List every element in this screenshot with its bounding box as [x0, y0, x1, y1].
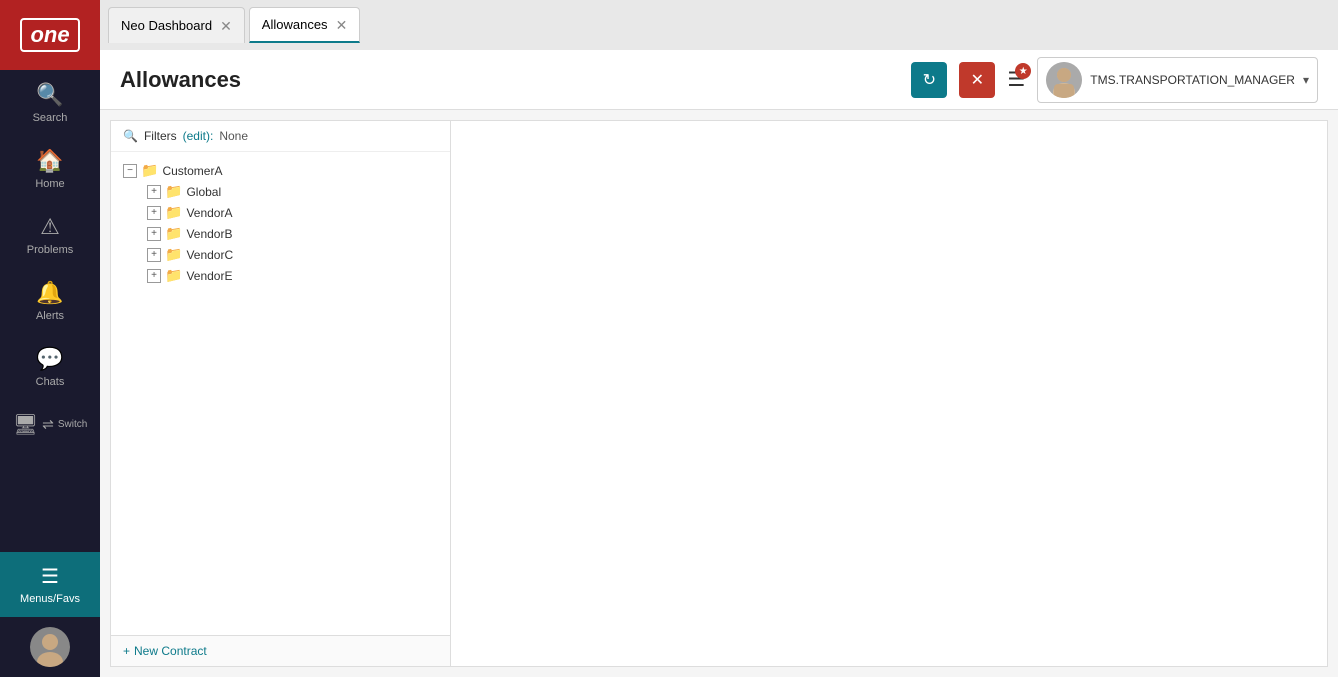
tree-children: + 📁 Global + 📁 VendorA: [123, 181, 438, 286]
sidebar-user-avatar[interactable]: [0, 617, 100, 677]
tree-expand-vendore[interactable]: +: [147, 269, 161, 283]
vendora-folder-icon: 📁: [165, 204, 182, 221]
avatar-svg: [30, 627, 70, 667]
close-icon: ✕: [971, 70, 984, 90]
workspace: 🔍 Filters (edit): None − 📁 CustomerA: [100, 110, 1338, 677]
user-dropdown[interactable]: TMS.TRANSPORTATION_MANAGER ▾: [1037, 57, 1318, 103]
hamburger-icon: ☰: [41, 564, 59, 589]
sidebar: one 🔍 Search 🏠 Home ⚠ Problems 🔔 Alerts …: [0, 0, 100, 677]
right-panel: [451, 121, 1327, 666]
sidebar-label-alerts: Alerts: [36, 310, 64, 322]
vendorb-folder-icon: 📁: [165, 225, 182, 242]
tree-node-vendorc[interactable]: + 📁 VendorC: [147, 244, 438, 265]
global-folder-icon: 📁: [165, 183, 182, 200]
switch-icon: ⇌: [42, 416, 54, 433]
tree-root-label: CustomerA: [162, 164, 222, 178]
tab-allowances-label: Allowances: [262, 17, 328, 32]
tree-vendora-label: VendorA: [186, 206, 232, 220]
panel-footer: + New Contract: [111, 635, 450, 666]
sidebar-label-search: Search: [33, 112, 68, 124]
tree-container: − 📁 CustomerA + 📁 Global: [111, 152, 450, 635]
sidebar-item-problems[interactable]: ⚠ Problems: [0, 202, 100, 268]
tree-expand-vendorb[interactable]: +: [147, 227, 161, 241]
tab-neo-dashboard-label: Neo Dashboard: [121, 18, 212, 33]
user-avatar: [1046, 62, 1082, 98]
vendorc-folder-icon: 📁: [165, 246, 182, 263]
sidebar-item-menus-favs[interactable]: ☰ Menus/Favs: [0, 552, 100, 617]
tree-expand-root[interactable]: −: [123, 164, 137, 178]
tree-node-vendora[interactable]: + 📁 VendorA: [147, 202, 438, 223]
user-name-label: TMS.TRANSPORTATION_MANAGER: [1090, 73, 1295, 87]
vendore-folder-icon: 📁: [165, 267, 182, 284]
tree-node-root[interactable]: − 📁 CustomerA: [123, 160, 438, 181]
sidebar-label-chats: Chats: [36, 376, 65, 388]
switch-monitor-icon: 🖥: [13, 412, 38, 437]
tree-expand-vendorc[interactable]: +: [147, 248, 161, 262]
tab-neo-dashboard-close[interactable]: ✕: [220, 19, 232, 33]
page-title: Allowances: [120, 67, 241, 93]
logo-text: one: [20, 18, 79, 52]
content-panel: 🔍 Filters (edit): None − 📁 CustomerA: [110, 120, 1328, 667]
sidebar-item-switch[interactable]: 🖥 ⇌ Switch: [0, 400, 100, 449]
tab-bar: Neo Dashboard ✕ Allowances ✕: [100, 0, 1338, 50]
filters-label: Filters: [144, 129, 177, 143]
user-photo-svg: [1046, 62, 1082, 98]
sidebar-item-search[interactable]: 🔍 Search: [0, 70, 100, 136]
chat-icon: 💬: [36, 346, 63, 372]
main-area: Neo Dashboard ✕ Allowances ✕ Allowances …: [100, 0, 1338, 677]
refresh-button[interactable]: ↻: [911, 62, 947, 98]
root-folder-icon: 📁: [141, 162, 158, 179]
menu-button[interactable]: ☰ ★: [1007, 67, 1025, 92]
tree-expand-vendora[interactable]: +: [147, 206, 161, 220]
filters-bar: 🔍 Filters (edit): None: [111, 121, 450, 152]
content-header: Allowances ↻ ✕ ☰ ★: [100, 50, 1338, 110]
home-icon: 🏠: [36, 148, 63, 174]
tree-panel: 🔍 Filters (edit): None − 📁 CustomerA: [111, 121, 451, 666]
filters-edit-link[interactable]: (edit):: [183, 129, 214, 143]
dropdown-arrow-icon: ▾: [1303, 73, 1309, 87]
tree-global-label: Global: [186, 185, 221, 199]
tree-expand-global[interactable]: +: [147, 185, 161, 199]
search-icon: 🔍: [36, 82, 63, 108]
sidebar-label-home: Home: [35, 178, 64, 190]
tree-node-global[interactable]: + 📁 Global: [147, 181, 438, 202]
new-contract-label: New Contract: [134, 644, 207, 658]
filter-icon: 🔍: [123, 129, 138, 143]
tree-node-vendorb[interactable]: + 📁 VendorB: [147, 223, 438, 244]
panel-inner: 🔍 Filters (edit): None − 📁 CustomerA: [111, 121, 1327, 666]
tree-vendorc-label: VendorC: [186, 248, 233, 262]
close-button[interactable]: ✕: [959, 62, 995, 98]
avatar-circle: [30, 627, 70, 667]
sidebar-item-chats[interactable]: 💬 Chats: [0, 334, 100, 400]
refresh-icon: ↻: [923, 70, 936, 90]
app-logo[interactable]: one: [0, 0, 100, 70]
tree-vendore-label: VendorE: [186, 269, 232, 283]
tab-neo-dashboard[interactable]: Neo Dashboard ✕: [108, 7, 245, 43]
tree-vendorb-label: VendorB: [186, 227, 232, 241]
new-contract-link[interactable]: + New Contract: [123, 644, 207, 658]
notification-badge: ★: [1015, 63, 1031, 79]
sidebar-label-problems: Problems: [27, 244, 73, 256]
filters-value: None: [219, 129, 248, 143]
tab-allowances[interactable]: Allowances ✕: [249, 7, 361, 43]
plus-icon: +: [123, 644, 130, 658]
tree-node-vendore[interactable]: + 📁 VendorE: [147, 265, 438, 286]
tab-allowances-close[interactable]: ✕: [336, 18, 348, 32]
sidebar-label-switch: Switch: [58, 419, 87, 430]
warning-icon: ⚠: [40, 214, 60, 240]
bell-icon: 🔔: [36, 280, 63, 306]
menus-favs-label: Menus/Favs: [20, 593, 80, 605]
header-right: ↻ ✕ ☰ ★ TMS.TRANSPORT: [911, 57, 1318, 103]
sidebar-item-alerts[interactable]: 🔔 Alerts: [0, 268, 100, 334]
sidebar-item-home[interactable]: 🏠 Home: [0, 136, 100, 202]
sidebar-bottom: ☰ Menus/Favs: [0, 552, 100, 677]
